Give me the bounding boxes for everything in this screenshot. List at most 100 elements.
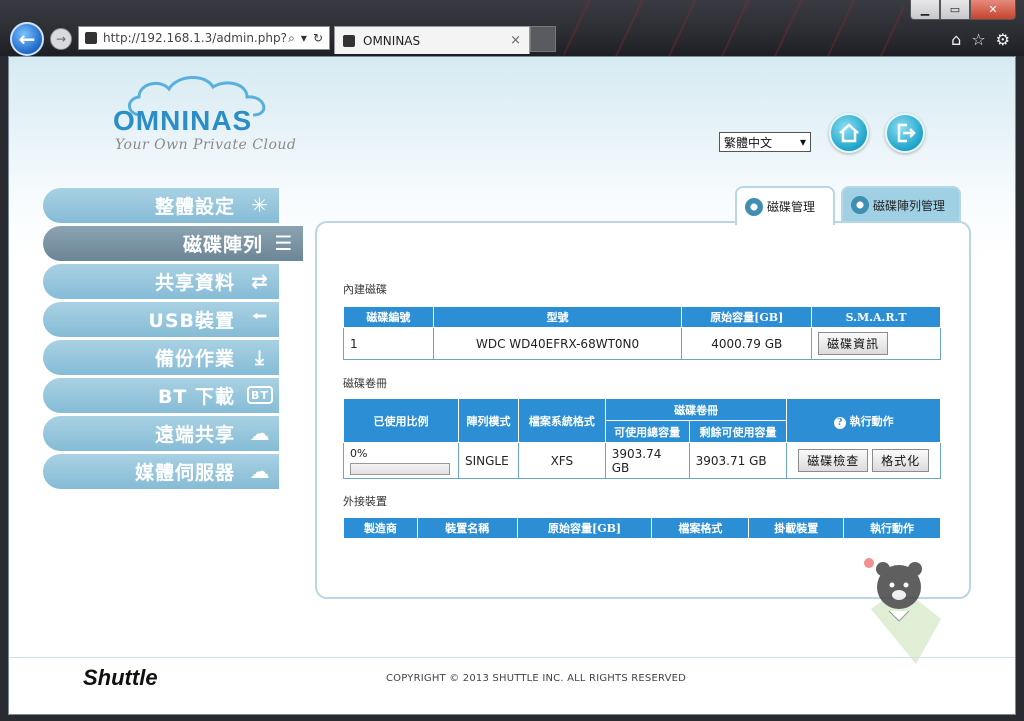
menu-item-shared-data[interactable]: 共享資料 ⇄ xyxy=(43,264,279,299)
tab-label: 磁碟管理 xyxy=(767,200,816,214)
disk-icon xyxy=(851,196,869,214)
external-devices-table: 製造商 裝置名稱 原始容量[GB] 檔案格式 掛載裝置 執行動作 xyxy=(343,517,941,539)
browser-toolbar-icons: ⌂ ☆ ⚙ xyxy=(951,30,1010,49)
tab-raid-management[interactable]: 磁碟陣列管理 xyxy=(841,186,961,222)
table-row: 1 WDC WD40EFRX-68WT0N0 4000.79 GB 磁碟資訊 xyxy=(343,327,941,360)
disk-model: WDC WD40EFRX-68WT0N0 xyxy=(432,327,683,360)
shuttle-logo: Shuttle xyxy=(83,665,158,690)
smart-cell: 磁碟資訊 xyxy=(811,327,941,360)
maximize-button[interactable]: ▭ xyxy=(940,0,970,20)
tab-close-icon[interactable]: × xyxy=(510,33,529,48)
menu-item-label: BT 下載 xyxy=(157,386,235,408)
dropdown-icon[interactable]: ▾ xyxy=(301,31,307,46)
minimize-button[interactable]: ▁ xyxy=(910,0,940,20)
tab-disk-management[interactable]: 磁碟管理 xyxy=(735,186,835,225)
menu-item-remote-share[interactable]: 遠端共享 ☁ xyxy=(43,416,279,451)
address-tools: ⌕ ▾ ↻ xyxy=(288,31,329,46)
menu-item-system-settings[interactable]: 整體設定 ✳ xyxy=(43,188,279,223)
disk-number: 1 xyxy=(343,327,434,360)
remote-share-icon: ☁ xyxy=(249,421,271,445)
internal-disks-title: 內建磁碟 xyxy=(343,283,387,296)
column-header: 裝置名稱 xyxy=(416,517,518,539)
total-capacity: 3903.74 GB xyxy=(604,442,690,479)
media-server-icon: ☁ xyxy=(249,459,271,483)
menu-item-bt-download[interactable]: BT 下載 BT xyxy=(43,378,279,413)
backup-icon: ⤓ xyxy=(255,345,265,369)
usage-cell: 0% xyxy=(343,442,459,479)
actions-cell: 磁碟檢查 格式化 xyxy=(786,442,941,479)
favorites-star-icon[interactable]: ☆ xyxy=(971,30,985,49)
settings-icon: ✳ xyxy=(251,193,269,217)
usb-icon: ⭪ xyxy=(251,304,269,328)
close-window-button[interactable]: ✕ xyxy=(970,0,1016,20)
tab-title: OMNINAS xyxy=(363,33,421,48)
menu-item-media-server[interactable]: 媒體伺服器 ☁ xyxy=(43,454,279,489)
external-devices-title: 外接裝置 xyxy=(343,495,387,508)
column-header: 檔案系統格式 xyxy=(517,398,606,443)
title-bar-decoration xyxy=(564,0,904,56)
column-header: 剩餘可使用容量 xyxy=(688,420,788,443)
home-icon xyxy=(839,123,859,143)
footer-divider xyxy=(9,657,1015,658)
language-select[interactable]: 繁體中文 ▾ xyxy=(719,132,811,152)
browser-tab[interactable]: OMNINAS × xyxy=(334,26,530,54)
forward-button[interactable]: → xyxy=(50,28,72,50)
bear-watermark-icon xyxy=(864,558,941,664)
address-bar[interactable]: http://192.168.1.3/admin.php? ⌕ ▾ ↻ xyxy=(78,26,330,50)
copyright-text: COPYRIGHT © 2013 SHUTTLE INC. ALL RIGHTS… xyxy=(386,673,687,684)
omninas-logo: OMNINAS Your Own Private Cloud xyxy=(113,71,297,161)
column-header: 製造商 xyxy=(343,517,418,539)
disk-array-icon: ☰ xyxy=(274,231,294,255)
raid-mode: SINGLE xyxy=(457,442,519,479)
usage-progress-bar xyxy=(350,462,450,475)
disk-capacity: 4000.79 GB xyxy=(681,327,813,360)
menu-item-usb[interactable]: USB裝置 ⭪ xyxy=(43,302,279,337)
column-header: 型號 xyxy=(432,306,683,328)
disk-icon xyxy=(745,197,763,216)
back-button[interactable]: ← xyxy=(10,22,44,56)
logout-icon xyxy=(897,123,916,143)
menu-item-label: 磁碟陣列 xyxy=(182,234,263,256)
table-header-row: 已使用比例 陣列模式 檔案系統格式 磁碟卷冊 ? 執行動作 xyxy=(343,398,941,443)
format-button[interactable]: 格式化 xyxy=(872,449,930,472)
disk-check-button[interactable]: 磁碟檢查 xyxy=(798,449,869,472)
disk-info-button[interactable]: 磁碟資訊 xyxy=(818,332,889,355)
share-arrows-icon: ⇄ xyxy=(251,269,269,293)
tab-label: 磁碟陣列管理 xyxy=(873,198,946,213)
free-capacity: 3903.71 GB xyxy=(688,442,788,479)
column-header: 陣列模式 xyxy=(457,398,519,443)
logout-button[interactable] xyxy=(885,113,925,153)
column-header: 執行動作 xyxy=(843,517,941,539)
menu-item-label: 共享資料 xyxy=(154,272,235,294)
refresh-icon[interactable]: ↻ xyxy=(313,31,323,46)
brand-tagline: Your Own Private Cloud xyxy=(115,137,297,153)
column-header: S.M.A.R.T xyxy=(811,306,941,328)
settings-gear-icon[interactable]: ⚙ xyxy=(996,30,1010,49)
filesystem: XFS xyxy=(517,442,606,479)
table-row: 0% SINGLE XFS 3903.74 GB 3903.71 GB 磁碟檢查… xyxy=(343,442,941,479)
address-url[interactable]: http://192.168.1.3/admin.php? xyxy=(103,31,288,45)
menu-item-label: 整體設定 xyxy=(154,196,235,218)
search-icon[interactable]: ⌕ xyxy=(288,31,295,46)
column-header: 原始容量[GB] xyxy=(681,306,813,328)
menu-item-backup[interactable]: 備份作業 ⤓ xyxy=(43,340,279,375)
home-icon[interactable]: ⌂ xyxy=(951,30,961,49)
bt-icon: BT xyxy=(247,386,273,404)
table-header-row: 製造商 裝置名稱 原始容量[GB] 檔案格式 掛載裝置 執行動作 xyxy=(343,517,941,539)
column-header: 可使用總容量 xyxy=(604,420,690,443)
column-header: 掛載裝置 xyxy=(748,517,845,539)
site-favicon-icon xyxy=(85,32,97,44)
action-header: ? 執行動作 xyxy=(786,398,941,443)
internal-disks-table: 磁碟編號 型號 原始容量[GB] S.M.A.R.T 1 WDC WD40EFR… xyxy=(343,306,941,360)
usage-percent: 0% xyxy=(350,446,368,460)
column-header: 磁碟編號 xyxy=(343,306,434,328)
new-tab-button[interactable] xyxy=(530,26,556,52)
menu-item-disk-array[interactable]: 磁碟陣列 ☰ xyxy=(43,226,303,261)
browser-chrome: ▁ ▭ ✕ ← → http://192.168.1.3/admin.php? … xyxy=(0,0,1024,56)
column-header: 磁碟卷冊 xyxy=(604,398,788,421)
home-button[interactable] xyxy=(829,113,869,153)
window-controls: ▁ ▭ ✕ xyxy=(910,0,1016,20)
chevron-down-icon: ▾ xyxy=(799,135,806,149)
menu-item-label: 媒體伺服器 xyxy=(134,462,235,484)
help-icon[interactable]: ? xyxy=(833,416,846,429)
